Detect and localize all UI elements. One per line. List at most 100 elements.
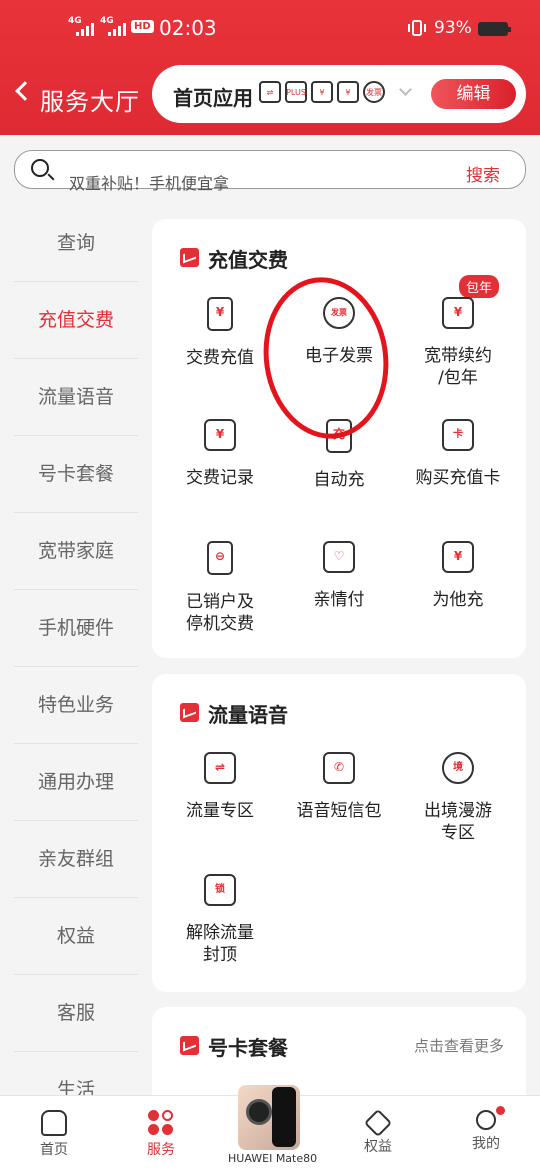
benefits-icon [363,1108,393,1138]
status-time: 02:03 [159,16,217,40]
sidebar-item-traffic[interactable]: 流量语音 [14,359,138,436]
nav-home[interactable]: 首页 [9,1096,99,1159]
sidebar-item-general[interactable]: 通用办理 [14,744,138,821]
search-icon [31,159,49,177]
service-label: 宽带续约 /包年 [424,346,492,388]
category-sidebar: 查询 充值交费 流量语音 号卡套餐 宽带家庭 手机硬件 特色业务 通用办理 亲友… [14,205,138,1129]
sidebar-item-recharge[interactable]: 充值交费 [14,282,138,359]
records-clipboard-icon: ¥ [204,419,236,451]
service-label: 流量专区 [186,801,254,821]
plus-crown-mini-icon: PLUS [285,81,307,103]
lock-chart-icon: 锁 [204,874,236,906]
service-closed-account-pay[interactable]: ⊖ 已销户及 停机交费 [160,541,280,635]
search-input[interactable]: 双重补贴！手机便宜拿 [69,170,229,194]
section-chart-icon [180,1036,199,1055]
service-label: 自动充 [313,470,365,490]
globe-icon: 境 [442,752,474,784]
section-chart-icon [180,703,199,722]
section-title: 充值交费 [208,248,288,272]
nav-label: 权益 [364,1139,392,1155]
sidebar-item-broadband[interactable]: 宽带家庭 [14,513,138,590]
recharge-mini-icon: ¥ [311,81,333,103]
network-type-1: 4G [68,16,82,26]
search-button[interactable]: 搜索 [466,161,500,186]
nav-label: 服务 [147,1142,175,1158]
signal-indicators: 4G 4G [68,16,126,36]
voice-folder-icon: ✆ [323,752,355,784]
camera-module [246,1099,272,1125]
battery-percent: 93% [434,18,472,38]
edit-button[interactable]: 编辑 [431,79,516,109]
traffic-voice-section: 流量语音 ⇌ 流量专区 ✆ 语音短信包 境 出境漫游 专区 锁 解除流量 封顶 [152,674,526,992]
home-apps-bar[interactable]: 首页应用 ⇌ PLUS ¥ ¥ 发票 编辑 [152,65,526,123]
status-bar: 4G 4G HD 02:03 93% [0,12,540,48]
sidebar-item-numbercard[interactable]: 号卡套餐 [14,436,138,513]
home-icon [41,1110,67,1136]
service-pay-for-others[interactable]: ¥ 为他充 [398,541,518,611]
service-roaming[interactable]: 境 出境漫游 专区 [398,752,518,844]
signal-icon: 4G [68,16,94,36]
sidebar-item-service[interactable]: 客服 [14,975,138,1052]
vibrate-icon [408,20,426,36]
service-label: 购买充值卡 [415,468,501,488]
service-label: 解除流量 封顶 [186,923,254,965]
invoice-mini-icon: 发票 [363,81,385,103]
service-label: 交费记录 [186,468,254,488]
chevron-down-icon[interactable] [399,83,412,96]
service-pay-recharge[interactable]: ¥ 交费充值 [160,297,280,369]
service-label: 交费充值 [186,348,254,368]
hd-icon: HD [131,20,154,33]
nav-mine[interactable]: 我的 [441,1096,531,1153]
phone-promo-image[interactable] [238,1085,300,1150]
bill-mini-icon: ¥ [337,81,359,103]
service-buy-card[interactable]: 卡 购买充值卡 [398,419,518,489]
nav-label: 首页 [40,1142,68,1158]
home-apps-icons: ⇌ PLUS ¥ ¥ 发票 [259,81,385,103]
sidebar-item-hardware[interactable]: 手机硬件 [14,590,138,667]
recharge-card-icon: 卡 [442,419,474,451]
closed-account-icon: ⊖ [207,541,233,575]
device-watermark: HUAWEI Mate80 [228,1152,318,1165]
page-title: 服务大厅 [40,88,140,116]
view-more-link[interactable]: 点击查看更多 [414,1035,504,1056]
service-label: 语音短信包 [296,801,382,821]
notification-dot [496,1106,505,1115]
nav-benefits[interactable]: 权益 [333,1096,423,1156]
sidebar-item-family-group[interactable]: 亲友群组 [14,821,138,898]
traffic-folder-icon: ⇌ [204,752,236,784]
annual-badge: 包年 [459,275,500,298]
nav-service[interactable]: 服务 [116,1096,206,1159]
back-arrow-icon[interactable] [15,81,35,101]
service-voice-sms[interactable]: ✆ 语音短信包 [279,752,399,822]
signal-icon: 4G [100,16,126,36]
service-lift-cap[interactable]: 锁 解除流量 封顶 [160,874,280,966]
section-title: 号卡套餐 [208,1036,288,1060]
service-broadband-renew[interactable]: ¥ 宽带续约 /包年 [398,297,518,389]
service-label: 亲情付 [313,590,365,610]
phone-screen [272,1087,296,1147]
user-icon [476,1110,496,1130]
home-apps-label: 首页应用 [173,86,253,110]
search-bar[interactable]: 双重补贴！手机便宜拿 搜索 [14,150,526,193]
traffic-mini-icon: ⇌ [259,81,281,103]
service-label: 出境漫游 专区 [424,801,492,843]
broadband-router-icon: ¥ [442,297,474,329]
service-label: 已销户及 停机交费 [186,592,254,634]
service-grid-icon [148,1110,174,1136]
service-traffic-zone[interactable]: ⇌ 流量专区 [160,752,280,822]
family-house-icon: ♡ [323,541,355,573]
section-title: 流量语音 [208,703,288,727]
battery-icon [478,22,511,36]
service-family-pay[interactable]: ♡ 亲情付 [279,541,399,611]
app-header: 4G 4G HD 02:03 93% 服务大厅 首页应用 ⇌ PLUS ¥ ¥ … [0,0,540,135]
service-payment-records[interactable]: ¥ 交费记录 [160,419,280,489]
nav-label: 我的 [472,1136,500,1152]
network-type-2: 4G [100,16,114,26]
sidebar-item-query[interactable]: 查询 [14,205,138,282]
sidebar-item-special[interactable]: 特色业务 [14,667,138,744]
pay-for-others-icon: ¥ [442,541,474,573]
service-label: 为他充 [432,590,484,610]
sidebar-item-benefits[interactable]: 权益 [14,898,138,975]
pay-phone-icon: ¥ [207,297,233,331]
section-chart-icon [180,248,199,267]
